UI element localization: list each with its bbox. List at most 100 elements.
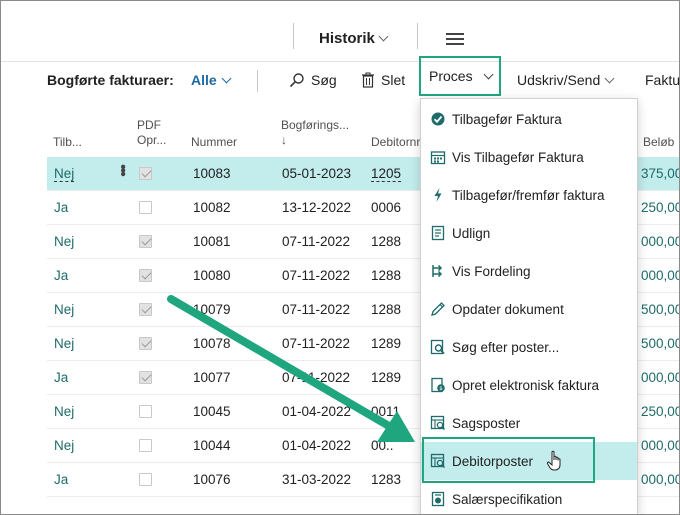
highlight-box [422, 437, 595, 483]
cell-dato: 07-11-2022 [282, 234, 351, 249]
pdf-checkbox [139, 303, 152, 316]
pdf-checkbox [139, 235, 152, 248]
cell-tilbagefort[interactable]: Nej [54, 438, 74, 453]
search-label: Søg [311, 72, 337, 88]
menu-item-label: Opdater dokument [452, 301, 564, 317]
menu-item-sog-efter-poster[interactable]: Søg efter poster... [421, 328, 637, 366]
column-header-tilbagefort[interactable]: Tilb... [53, 135, 82, 150]
menu-item-vis-tilbagefor-faktura[interactable]: Vis Tilbagefør Faktura [421, 138, 637, 176]
cell-dato: 07-11-2022 [282, 302, 351, 317]
divider [417, 23, 418, 49]
specification-icon [431, 491, 445, 507]
apply-document-icon [431, 225, 445, 241]
menu-item-label: Vis Tilbagefør Faktura [452, 149, 584, 165]
delete-button[interactable]: Slet [361, 72, 405, 88]
svg-text:$: $ [439, 386, 443, 392]
proces-menu-button[interactable]: Proces [419, 56, 501, 96]
cell-debitor[interactable]: 1288 [371, 234, 401, 249]
cell-debitor[interactable]: 1288 [371, 302, 401, 317]
cell-belob[interactable]: 000,00 [641, 234, 679, 249]
cell-nummer: 10076 [193, 472, 231, 487]
cell-nummer: 10080 [193, 268, 231, 283]
pencil-icon [431, 302, 445, 316]
cell-tilbagefort[interactable]: Nej [54, 234, 74, 249]
chevron-down-icon [378, 31, 389, 42]
menu-item-opdater-dokument[interactable]: Opdater dokument [421, 290, 637, 328]
view-filter-select[interactable]: Alle [191, 72, 232, 88]
hamburger-icon[interactable] [446, 33, 464, 48]
column-header-bogf-label: Bogførings... [281, 118, 350, 132]
search-button[interactable]: Søg [289, 72, 337, 88]
menu-item-udlign[interactable]: Udlign [421, 214, 637, 252]
pdf-checkbox [139, 473, 152, 486]
cell-belob[interactable]: 000,00 [641, 370, 679, 385]
menu-item-tilbagefor-fremfor-faktura[interactable]: Tilbagefør/fremfør faktura [421, 176, 637, 214]
trash-icon [362, 72, 374, 88]
cell-belob[interactable]: 250,00 [641, 200, 679, 215]
menu-item-label: Sagsposter [452, 415, 521, 431]
cell-belob[interactable]: 000,00 [641, 438, 679, 453]
reverse-invoice-icon [431, 112, 445, 126]
menu-item-salaerspecifikation[interactable]: Salærspecifikation [421, 480, 637, 514]
cell-nummer: 10081 [193, 234, 231, 249]
cell-debitor[interactable]: 00.. [371, 438, 394, 453]
print-send-menu-button[interactable]: Udskriv/Send [517, 72, 615, 88]
menu-item-tilbagefor-faktura[interactable]: Tilbagefør Faktura [421, 100, 637, 138]
column-header-debitor[interactable]: Debitornr. [371, 135, 423, 150]
cell-nummer: 10044 [193, 438, 231, 453]
invoice-menu-button[interactable]: Faktu [645, 72, 679, 88]
pdf-checkbox [139, 405, 152, 418]
cell-dato: 07-11-2022 [282, 370, 351, 385]
cell-tilbagefort[interactable]: Ja [54, 268, 68, 283]
cell-belob[interactable]: 500,00 [641, 302, 679, 317]
menu-item-vis-fordeling[interactable]: Vis Fordeling [421, 252, 637, 290]
column-header-nummer[interactable]: Nummer [191, 135, 237, 150]
top-bar: Historik [1, 1, 679, 61]
cell-belob[interactable]: 375,00 [641, 166, 679, 181]
cell-tilbagefort[interactable]: Ja [54, 472, 68, 487]
cell-tilbagefort[interactable]: Ja [54, 370, 68, 385]
cell-debitor[interactable]: 1289 [371, 336, 401, 351]
menu-item-label: Opret elektronisk faktura [452, 377, 600, 393]
cell-debitor[interactable]: 1289 [371, 370, 401, 385]
menu-item-label: Vis Fordeling [452, 263, 531, 279]
cell-dato: 07-11-2022 [282, 336, 351, 351]
row-actions-icon[interactable]: ••• [113, 164, 131, 175]
column-header-pdf[interactable]: PDF Opr... [137, 118, 166, 148]
cell-belob[interactable]: 000,00 [641, 268, 679, 283]
cell-tilbagefort[interactable]: Ja [54, 200, 68, 215]
menu-item-opret-elektronisk-faktura[interactable]: $ Opret elektronisk faktura [421, 366, 637, 404]
cell-dato: 13-12-2022 [282, 200, 352, 215]
pdf-checkbox [139, 167, 152, 180]
pdf-checkbox [139, 337, 152, 350]
cell-tilbagefort[interactable]: Nej [54, 336, 74, 351]
cell-tilbagefort[interactable]: Nej [54, 404, 74, 419]
view-label: Bogførte fakturaer: [47, 72, 174, 88]
cell-belob[interactable]: 500,00 [641, 336, 679, 351]
cell-tilbagefort[interactable]: Nej [54, 166, 75, 182]
cell-debitor[interactable]: 0006 [371, 200, 401, 215]
chevron-down-icon [221, 73, 232, 83]
cell-nummer: 10045 [193, 404, 231, 419]
column-header-bogforingsdato[interactable]: Bogførings... ↓ [281, 118, 349, 148]
menu-item-label: Tilbagefør/fremfør faktura [452, 187, 605, 203]
calendar-grid-icon [430, 151, 446, 165]
cell-debitor[interactable]: 0011 [371, 404, 400, 419]
divider [257, 70, 258, 92]
cell-debitor[interactable]: 1288 [371, 268, 401, 283]
cell-nummer: 10077 [193, 370, 231, 385]
sort-descending-icon: ↓ [281, 133, 287, 147]
menu-item-label: Søg efter poster... [452, 339, 560, 355]
cell-debitor[interactable]: 1205 [371, 166, 402, 182]
e-invoice-icon: $ [431, 377, 445, 393]
proces-label: Proces [429, 68, 473, 84]
cell-dato: 31-03-2022 [282, 472, 352, 487]
column-header-pdf-line1: PDF [137, 118, 161, 132]
cell-dato: 01-04-2022 [282, 438, 352, 453]
cell-tilbagefort[interactable]: Nej [54, 302, 74, 317]
cell-debitor[interactable]: 1283 [371, 472, 401, 487]
cell-belob[interactable]: 250,00 [641, 404, 679, 419]
cell-belob[interactable]: 000,00 [641, 472, 679, 487]
column-header-belob[interactable]: Beløb [643, 135, 674, 150]
historik-menu[interactable]: Historik [319, 30, 389, 47]
